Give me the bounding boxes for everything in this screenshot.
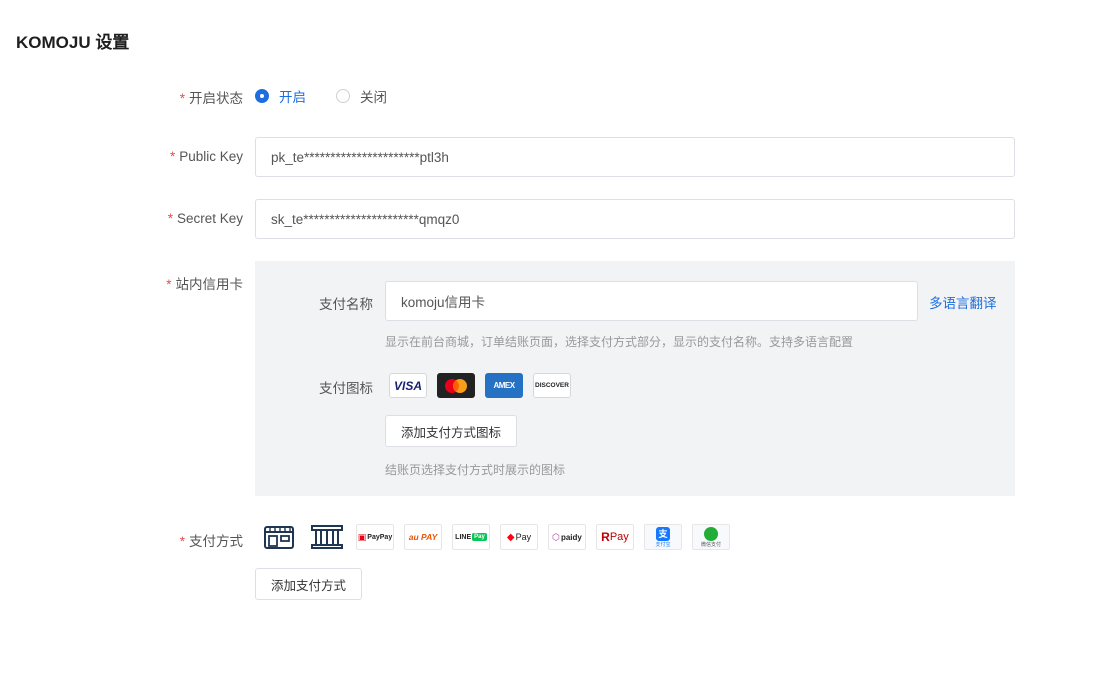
payment-methods-label: * 支付方式 xyxy=(179,534,243,549)
radio-unchecked-icon xyxy=(336,89,350,103)
radio-checked-icon xyxy=(255,89,269,103)
credit-card-label: * 站内信用卡 xyxy=(166,277,243,292)
card-icons: VISA AMEX DISCOVER xyxy=(389,373,581,398)
public-key-input[interactable] xyxy=(255,137,1015,177)
status-label: * 开启状态 xyxy=(179,91,243,106)
secret-key-label: * Secret Key xyxy=(167,211,243,226)
wechat-pay-icon: 微信支付 xyxy=(692,524,730,550)
konbini-icon xyxy=(260,524,298,550)
credit-card-panel: 支付名称 多语言翻译 显示在前台商城，订单结账页面，选择支付方式部分，显示的支付… xyxy=(255,261,1015,496)
mastercard-icon xyxy=(437,373,475,398)
bank-transfer-icon xyxy=(308,524,346,550)
alipay-icon: 支 支付宝 xyxy=(644,524,682,550)
card-icon-hint: 结账页选择支付方式时展示的图标 xyxy=(385,463,566,477)
secret-key-input[interactable] xyxy=(255,199,1015,239)
page-title: KOMOJU 设置 xyxy=(16,33,130,52)
pay-name-input[interactable] xyxy=(385,281,918,321)
status-radio-off[interactable]: 关闭 xyxy=(336,86,387,106)
add-payment-method-button[interactable]: 添加支付方式 xyxy=(255,568,363,600)
payment-method-icons: ▣ PayPay au PAY LINE Pay ◆ Pay ⬡ paidy R Pay … xyxy=(260,524,740,550)
public-key-label: * Public Key xyxy=(169,149,243,164)
paypay-icon: ▣ PayPay xyxy=(356,524,394,550)
add-card-icon-button[interactable]: 添加支付方式图标 xyxy=(385,415,518,447)
rakuten-pay-icon: R Pay xyxy=(596,524,634,550)
translate-link[interactable]: 多语言翻译 xyxy=(929,292,997,312)
visa-icon: VISA xyxy=(389,373,427,398)
pay-name-hint: 显示在前台商城，订单结账页面，选择支付方式部分，显示的支付名称。支持多语言配置 xyxy=(385,335,854,349)
au-pay-icon: au PAY xyxy=(404,524,442,550)
status-radio-on[interactable]: 开启 xyxy=(255,86,306,106)
paidy-icon: ⬡ paidy xyxy=(548,524,586,550)
pay-name-label: 支付名称 xyxy=(319,297,373,312)
status-radio-group: 开启 关闭 xyxy=(255,86,417,106)
line-pay-icon: LINE Pay xyxy=(452,524,490,550)
amex-icon: AMEX xyxy=(485,373,523,398)
pay-icon-label: 支付图标 xyxy=(319,381,373,396)
discover-icon: DISCOVER xyxy=(533,373,571,398)
merpay-icon: ◆ Pay xyxy=(500,524,538,550)
